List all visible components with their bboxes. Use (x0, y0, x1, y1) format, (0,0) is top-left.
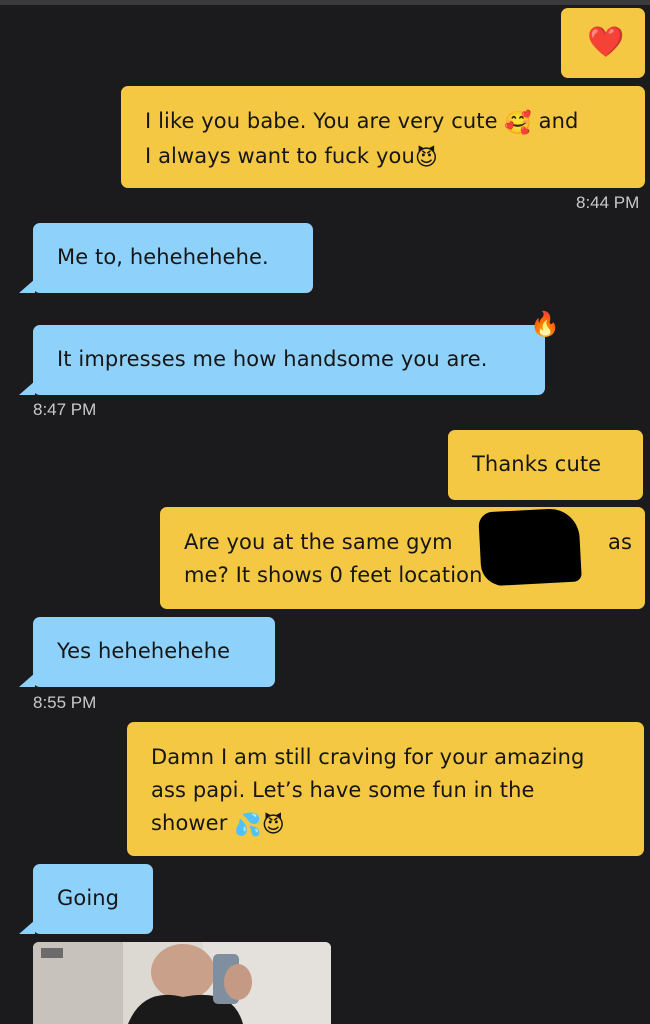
message-text: Are you at the same gym (184, 530, 453, 554)
outgoing-message[interactable]: Damn I am still craving for your amazing… (127, 722, 644, 856)
message-text: as (608, 530, 633, 554)
photo-thumbnail (33, 942, 331, 1024)
message-text: It impresses me how handsome you are. (57, 347, 488, 371)
timestamp: 8:44 PM (576, 193, 640, 212)
fire-reaction-icon[interactable]: 🔥 (530, 310, 560, 338)
message-text: me? It shows 0 feet location (184, 563, 483, 587)
outgoing-message-heart[interactable]: ❤️ (561, 8, 645, 78)
redaction-scribble (478, 507, 582, 587)
devil-icon: 😈 (261, 813, 285, 838)
message-text: Me to, hehehehehe. (57, 245, 269, 269)
outgoing-message[interactable]: I like you babe. You are very cute 🥰 and… (121, 86, 645, 188)
message-text: and (538, 109, 579, 133)
photo-attachment[interactable] (33, 942, 331, 1024)
message-text: Going (57, 886, 120, 910)
incoming-message[interactable]: It impresses me how handsome you are. (19, 325, 545, 395)
message-line: I always want to fuck you😈 (145, 140, 621, 175)
message-line: Damn I am still craving for your amazing (151, 745, 585, 769)
message-text: Yes hehehehehe (57, 639, 231, 663)
message-text: shower (151, 811, 228, 835)
incoming-message[interactable]: Yes hehehehehe (19, 617, 275, 687)
timestamp: 8:55 PM (33, 693, 97, 712)
outgoing-message[interactable]: Thanks cute (448, 430, 643, 500)
message-text: I always want to fuck you (145, 144, 415, 168)
top-divider (0, 0, 650, 5)
message-line: shower 💦😈 (151, 807, 620, 842)
devil-icon: 😈 (414, 146, 438, 171)
message-line: ass papi. Let’s have some fun in the (151, 778, 535, 802)
heart-icon: ❤️ (587, 25, 625, 60)
sweat-droplets-icon: 💦 (234, 813, 262, 838)
incoming-message[interactable]: Going (19, 864, 153, 934)
message-line: I like you babe. You are very cute 🥰 and (145, 105, 621, 140)
incoming-message[interactable]: Me to, hehehehehe. (19, 223, 313, 293)
message-text: Thanks cute (472, 452, 602, 476)
message-text: I like you babe. You are very cute (145, 109, 498, 133)
smiling-hearts-icon: 🥰 (504, 111, 532, 136)
timestamp: 8:47 PM (33, 400, 97, 419)
